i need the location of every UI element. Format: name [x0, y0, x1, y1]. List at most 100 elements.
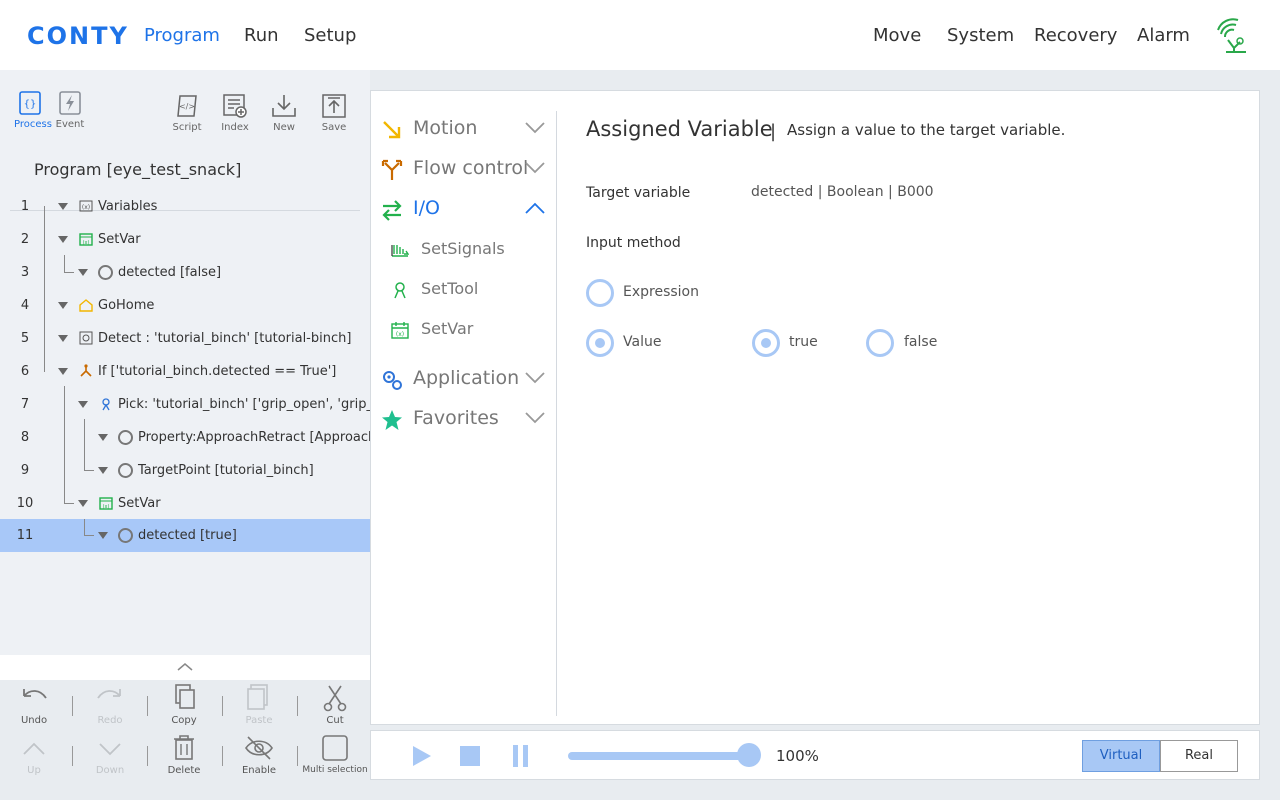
target-variable-value[interactable]: detected | Boolean | B000 — [751, 184, 934, 200]
tree-row-4[interactable]: 4 GoHome — [0, 289, 370, 322]
index-label: Index — [221, 122, 249, 133]
chevron-down-icon — [525, 162, 545, 174]
line-number: 8 — [20, 430, 30, 445]
edit-toolbar: Undo Redo Copy Paste Cut Up Down Delete … — [0, 680, 370, 800]
false-label: false — [904, 334, 938, 350]
nav-program[interactable]: Program — [144, 25, 220, 46]
menu-motion[interactable]: Motion — [381, 115, 546, 145]
chevron-down-icon — [525, 122, 545, 134]
line-number: 9 — [20, 463, 30, 478]
svg-text:(x): (x) — [83, 240, 90, 246]
nav-recovery[interactable]: Recovery — [1034, 25, 1117, 46]
line-number: 2 — [20, 232, 30, 247]
move-down-button[interactable]: Down — [80, 736, 140, 776]
cut-button[interactable]: Cut — [305, 684, 365, 726]
move-up-button[interactable]: Up — [4, 736, 64, 776]
expand-icon[interactable] — [78, 401, 88, 408]
false-radio[interactable] — [866, 329, 894, 357]
pick-icon — [102, 398, 110, 411]
menu-flow-control[interactable]: Flow control — [381, 155, 546, 185]
nav-setup[interactable]: Setup — [304, 25, 356, 46]
speed-slider-track[interactable] — [568, 752, 748, 760]
expand-icon[interactable] — [58, 236, 68, 243]
script-button[interactable]: </> Script — [168, 93, 206, 133]
process-label: Process — [14, 119, 52, 130]
value-radio[interactable] — [586, 329, 614, 357]
multi-selection-button[interactable]: Multi selection — [300, 734, 370, 775]
expand-icon[interactable] — [78, 500, 88, 507]
command-editor-card: Motion Flow control I/O SetSignals SetTo… — [370, 90, 1260, 725]
undo-button[interactable]: Undo — [4, 686, 64, 726]
expand-icon[interactable] — [98, 467, 108, 474]
nav-system[interactable]: System — [947, 25, 1014, 46]
enable-button[interactable]: Enable — [229, 734, 289, 776]
tree-row-label: detected [false] — [118, 265, 222, 280]
tree-row-5[interactable]: 5 Detect : 'tutorial_binch' [tutorial-bi… — [0, 322, 370, 355]
tree-row-10[interactable]: 10 (x) SetVar — [0, 487, 370, 520]
menu-io[interactable]: I/O — [381, 195, 546, 225]
stop-icon[interactable] — [459, 745, 481, 767]
new-button[interactable]: New — [265, 93, 303, 133]
tree-row-8[interactable]: 8 Property:ApproachRetract [Approach : 1… — [0, 421, 370, 454]
real-mode-button[interactable]: Real — [1160, 740, 1238, 772]
expression-label: Expression — [623, 284, 699, 300]
submenu-settool[interactable]: SetTool — [391, 277, 551, 303]
tree-row-9[interactable]: 9 TargetPoint [tutorial_binch] — [0, 454, 370, 487]
speed-slider-handle[interactable] — [737, 743, 761, 767]
robot-connection-icon[interactable] — [1210, 16, 1250, 54]
tree-row-7[interactable]: 7 Pick: 'tutorial_binch' ['grip_open', '… — [0, 388, 370, 421]
expand-icon[interactable] — [98, 532, 108, 539]
new-label: New — [273, 122, 295, 133]
index-button[interactable]: Index — [216, 93, 254, 133]
nav-run[interactable]: Run — [244, 25, 279, 46]
tree-row-label: SetVar — [118, 496, 161, 511]
node-circle-icon — [118, 463, 133, 478]
redo-button[interactable]: Redo — [80, 686, 140, 726]
tree-row-3[interactable]: 3 detected [false] — [0, 256, 370, 289]
enable-label: Enable — [241, 765, 277, 776]
expression-radio[interactable] — [586, 279, 614, 307]
tree-row-6[interactable]: 6 If ['tutorial_binch.detected == True'] — [0, 355, 370, 388]
submenu-setsignals[interactable]: SetSignals — [391, 237, 551, 263]
delete-button[interactable]: Delete — [154, 734, 214, 776]
chevron-up-icon — [23, 742, 45, 755]
nav-move[interactable]: Move — [873, 25, 921, 46]
menu-application[interactable]: Application — [381, 365, 546, 395]
virtual-mode-button[interactable]: Virtual — [1082, 740, 1160, 772]
expand-icon[interactable] — [58, 302, 68, 309]
copy-button[interactable]: Copy — [154, 684, 214, 726]
process-tab[interactable]: {} Process — [14, 90, 52, 130]
tree-row-1[interactable]: 1 (x) Variables — [0, 190, 370, 223]
submenu-label: SetSignals — [421, 239, 505, 258]
node-circle-icon — [98, 265, 113, 280]
paste-label: Paste — [245, 715, 273, 726]
edit-tools-toggle[interactable] — [0, 655, 370, 680]
upload-icon — [322, 94, 346, 118]
play-icon[interactable] — [409, 744, 433, 768]
expand-icon[interactable] — [58, 368, 68, 375]
down-label: Down — [95, 765, 125, 776]
menu-favorites[interactable]: Favorites — [381, 405, 546, 435]
submenu-setvar[interactable]: (x) SetVar — [391, 317, 551, 343]
tree-row-2[interactable]: 2 (x) SetVar — [0, 223, 370, 256]
true-radio[interactable] — [752, 329, 780, 357]
save-button[interactable]: Save — [315, 93, 353, 133]
menu-label: I/O — [413, 197, 440, 219]
submenu-label: SetTool — [421, 279, 479, 298]
pause-icon[interactable] — [511, 744, 531, 768]
tree-row-11-selected[interactable]: 11 detected [true] — [0, 519, 370, 552]
tool-icon — [394, 282, 406, 299]
menu-divider — [556, 111, 557, 716]
trash-icon — [174, 735, 194, 760]
title-separator: | — [770, 121, 777, 142]
event-tab[interactable]: Event — [54, 90, 86, 130]
nav-alarm[interactable]: Alarm — [1137, 25, 1190, 46]
paste-button[interactable]: Paste — [229, 684, 289, 726]
scissors-icon — [323, 685, 347, 712]
submenu-label: SetVar — [421, 319, 474, 338]
expand-icon[interactable] — [78, 269, 88, 276]
expand-icon[interactable] — [58, 335, 68, 342]
expand-icon[interactable] — [58, 203, 68, 210]
line-number: 11 — [16, 528, 34, 543]
expand-icon[interactable] — [98, 434, 108, 441]
